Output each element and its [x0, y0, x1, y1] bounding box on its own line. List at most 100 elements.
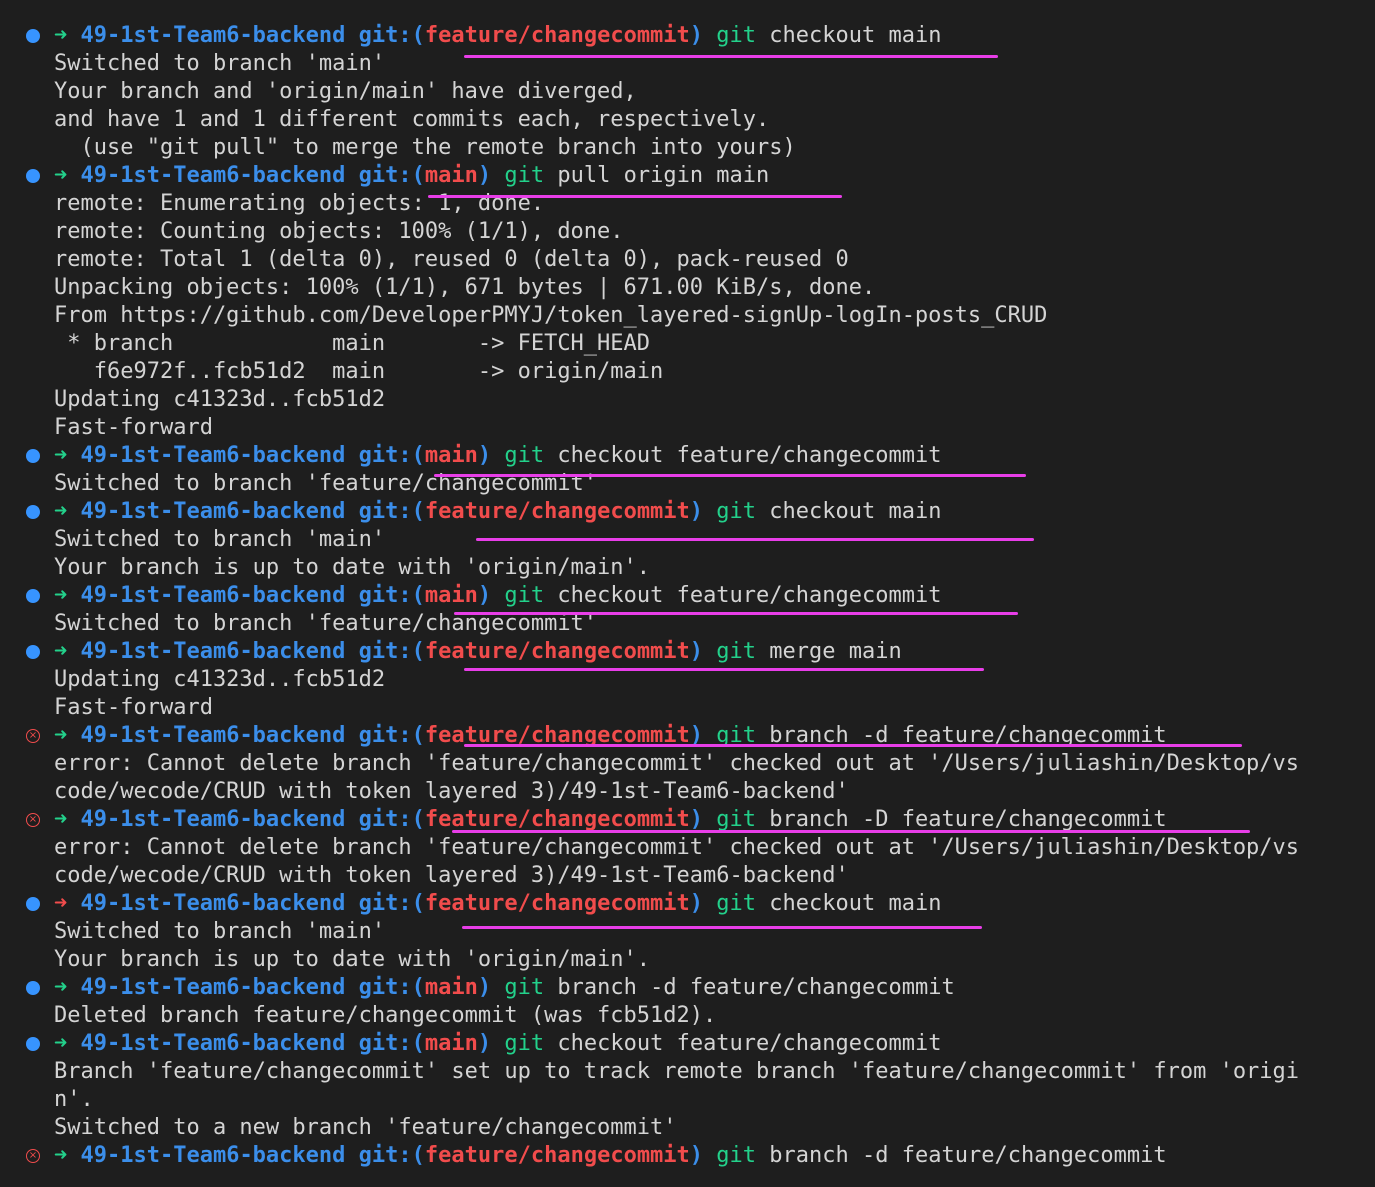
git-label: git:(: [358, 975, 425, 1000]
success-status-dot-icon: [24, 895, 42, 913]
command-args: pull origin main: [544, 163, 770, 188]
git-label: git:(: [358, 163, 425, 188]
output-text: Branch 'feature/changecommit' set up to …: [54, 1059, 1300, 1084]
prompt-arrow-icon: ➜: [54, 443, 68, 468]
git-label-close: ): [689, 639, 704, 664]
output-text: Your branch is up to date with 'origin/m…: [54, 555, 651, 580]
prompt-line: ➜ 49-1st-Team6-backend git:(feature/chan…: [0, 22, 1375, 50]
git-label-close: ): [689, 23, 704, 48]
prompt-directory: 49-1st-Team6-backend: [80, 163, 346, 188]
prompt-line: ➜ 49-1st-Team6-backend git:(main) git ch…: [0, 1030, 1375, 1058]
command-args: checkout feature/changecommit: [544, 443, 942, 468]
prompt-branch: feature/changecommit: [424, 891, 690, 916]
output-line: error: Cannot delete branch 'feature/cha…: [0, 834, 1375, 862]
annotation-underline: [452, 830, 1250, 833]
success-status-dot-icon: [24, 643, 42, 661]
output-text: f6e972f..fcb51d2 main -> origin/main: [54, 359, 664, 384]
prompt-arrow-icon: ➜: [54, 583, 68, 608]
annotation-underline: [462, 926, 982, 929]
success-status-dot-icon: [24, 503, 42, 521]
prompt-arrow-icon: ➜: [54, 163, 68, 188]
output-line: Your branch is up to date with 'origin/m…: [0, 554, 1375, 582]
git-label-close: ): [689, 499, 704, 524]
output-line: Your branch is up to date with 'origin/m…: [0, 946, 1375, 974]
success-status-dot-icon: [24, 587, 42, 605]
output-line: remote: Counting objects: 100% (1/1), do…: [0, 218, 1375, 246]
output-text: code/wecode/CRUD with token layered 3)/4…: [54, 779, 849, 804]
git-label: git:(: [358, 891, 425, 916]
prompt-line: ➜ 49-1st-Team6-backend git:(main) git ch…: [0, 442, 1375, 470]
git-label-close: ): [689, 891, 704, 916]
output-text: Your branch and 'origin/main' have diver…: [54, 79, 637, 104]
prompt-arrow-icon: ➜: [54, 499, 68, 524]
command-name: git: [504, 1031, 545, 1056]
output-text: Switched to branch 'main': [54, 51, 386, 76]
command-args: branch -D feature/changecommit: [756, 807, 1167, 832]
output-line: Unpacking objects: 100% (1/1), 671 bytes…: [0, 274, 1375, 302]
output-line: Updating c41323d..fcb51d2: [0, 386, 1375, 414]
git-label: git:(: [358, 1031, 425, 1056]
prompt-arrow-icon: ➜: [54, 1143, 68, 1168]
error-status-icon: ×: [24, 727, 42, 745]
annotation-underline: [428, 195, 842, 198]
output-line: (use "git pull" to merge the remote bran…: [0, 134, 1375, 162]
prompt-directory: 49-1st-Team6-backend: [80, 639, 346, 664]
output-text: Unpacking objects: 100% (1/1), 671 bytes…: [54, 275, 876, 300]
annotation-underline: [464, 668, 984, 671]
prompt-branch: feature/changecommit: [424, 639, 690, 664]
git-label-close: ): [689, 1143, 704, 1168]
prompt-arrow-icon: ➜: [54, 639, 68, 664]
command-name: git: [504, 443, 545, 468]
output-line: Fast-forward: [0, 414, 1375, 442]
prompt-branch: feature/changecommit: [424, 1143, 690, 1168]
command-args: checkout main: [756, 23, 942, 48]
output-text: error: Cannot delete branch 'feature/cha…: [54, 751, 1300, 776]
output-line: Fast-forward: [0, 694, 1375, 722]
git-label: git:(: [358, 583, 425, 608]
output-text: Updating c41323d..fcb51d2: [54, 667, 386, 692]
output-text: From https://github.com/DeveloperPMYJ/to…: [54, 303, 1048, 328]
command-name: git: [716, 499, 757, 524]
output-text: code/wecode/CRUD with token layered 3)/4…: [54, 863, 849, 888]
prompt-directory: 49-1st-Team6-backend: [80, 891, 346, 916]
prompt-branch: main: [424, 163, 478, 188]
output-text: Your branch is up to date with 'origin/m…: [54, 947, 651, 972]
prompt-directory: 49-1st-Team6-backend: [80, 723, 346, 748]
command-name: git: [716, 891, 757, 916]
error-status-icon: ×: [24, 1147, 42, 1165]
prompt-branch: main: [424, 975, 478, 1000]
output-line: Deleted branch feature/changecommit (was…: [0, 1002, 1375, 1030]
git-label-close: ): [477, 1031, 492, 1056]
command-name: git: [716, 23, 757, 48]
output-line: remote: Total 1 (delta 0), reused 0 (del…: [0, 246, 1375, 274]
command-args: branch -d feature/changecommit: [756, 1143, 1167, 1168]
prompt-line: ➜ 49-1st-Team6-backend git:(main) git ch…: [0, 582, 1375, 610]
prompt-directory: 49-1st-Team6-backend: [80, 443, 346, 468]
annotation-underline: [454, 612, 1018, 615]
git-label: git:(: [358, 443, 425, 468]
prompt-arrow-icon: ➜: [54, 1031, 68, 1056]
command-name: git: [504, 583, 545, 608]
prompt-directory: 49-1st-Team6-backend: [80, 583, 346, 608]
